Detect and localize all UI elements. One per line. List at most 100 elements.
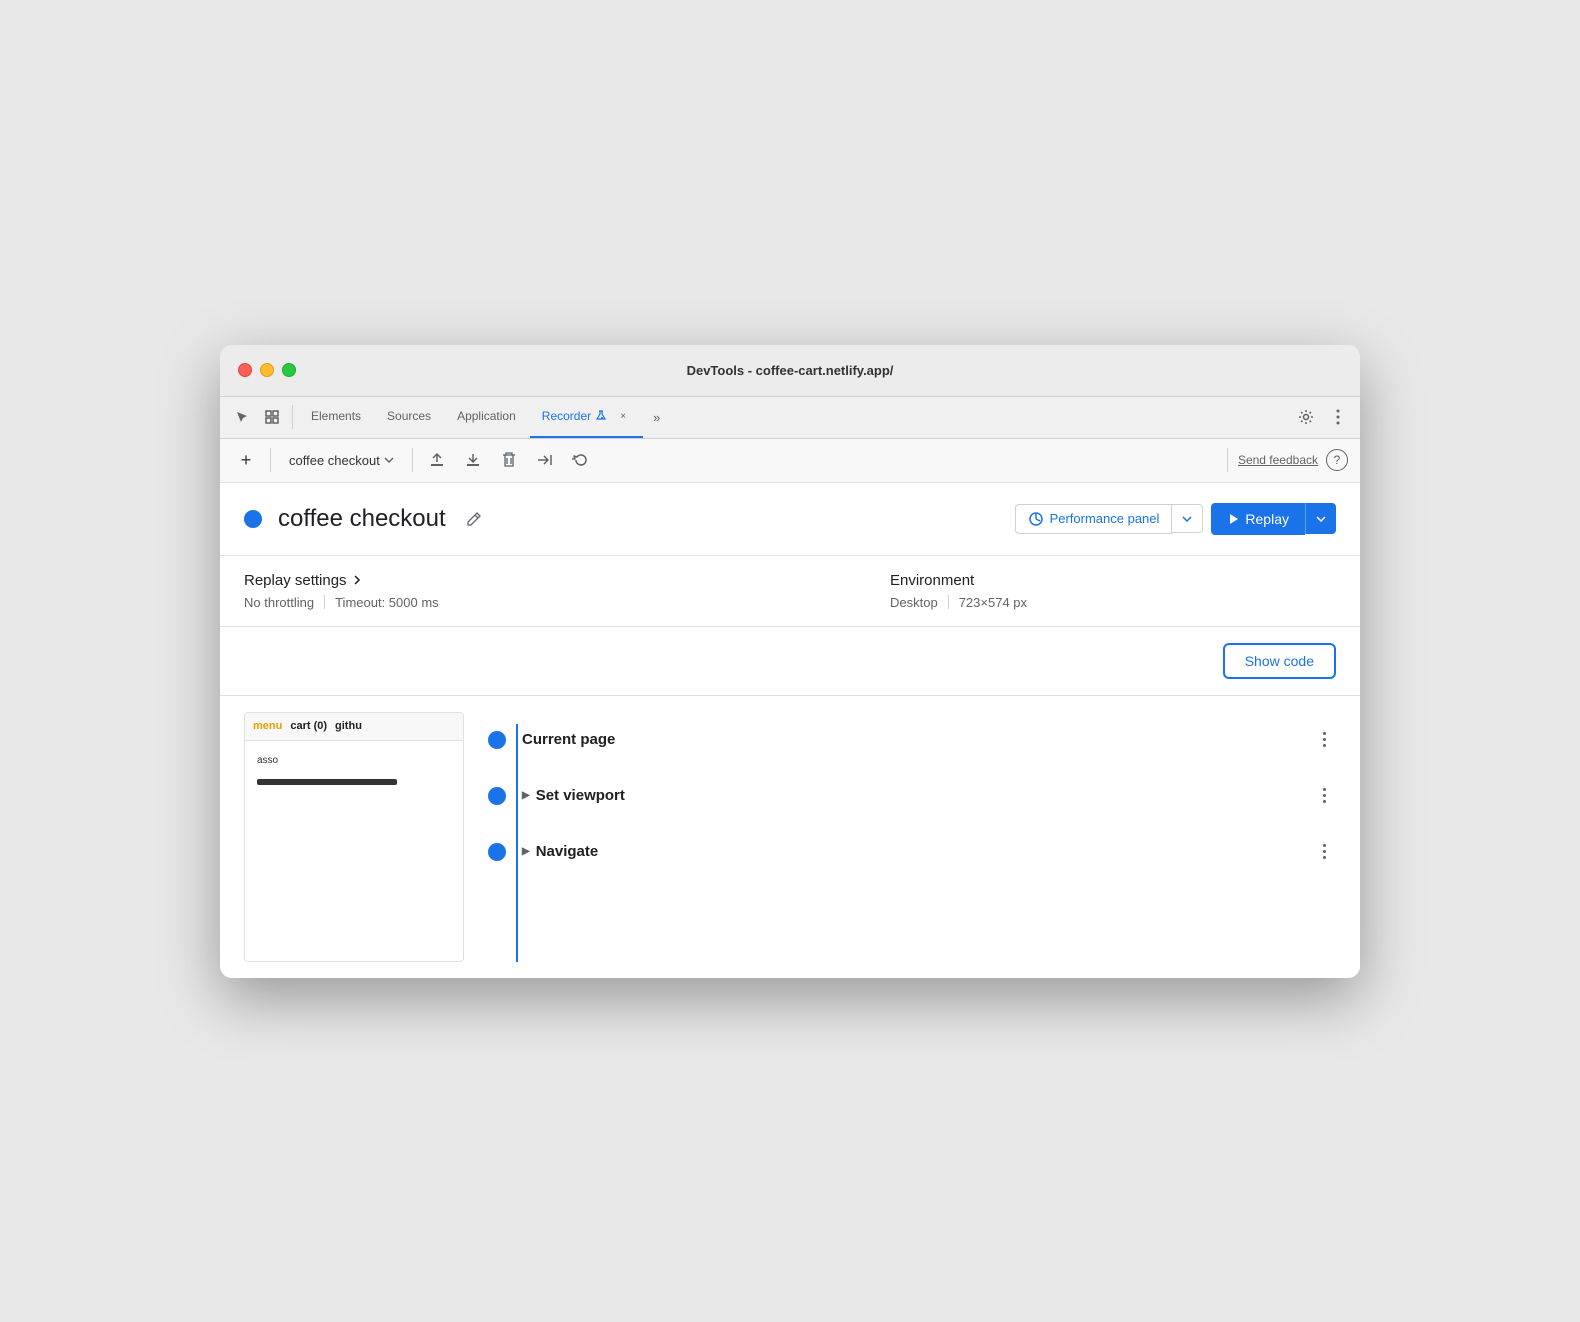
replay-circular-btn[interactable] — [567, 446, 595, 474]
import-down-icon — [465, 452, 481, 468]
preview-content: asso — [245, 741, 463, 849]
replay-btn[interactable]: Replay — [1211, 503, 1305, 535]
main-content: coffee checkout Performance panel — [220, 483, 1360, 978]
nav-more-btn[interactable]: » — [645, 410, 668, 425]
replay-btn-group: Replay — [1211, 503, 1336, 535]
recorder-close-btn[interactable]: × — [615, 408, 631, 424]
tab-application[interactable]: Application — [445, 396, 528, 438]
perf-chevron-down-icon — [1182, 516, 1192, 522]
more-options-icon-btn[interactable] — [1324, 403, 1352, 431]
preview-label-asso: asso — [257, 755, 278, 766]
preview-nav-cart: cart (0) — [290, 720, 327, 732]
step-play-btn[interactable] — [531, 446, 559, 474]
trash-icon — [502, 452, 516, 468]
recorder-flask-icon — [595, 410, 607, 422]
step-play-icon — [536, 453, 554, 467]
gear-icon — [1298, 409, 1314, 425]
show-code-btn[interactable]: Show code — [1223, 643, 1336, 679]
export-up-btn[interactable] — [423, 446, 451, 474]
replay-circle-icon — [572, 452, 590, 468]
step-content-1: Current page — [522, 731, 1296, 748]
timeline: Current page ▶ Set viewp — [464, 712, 1360, 962]
perf-panel-group: Performance panel — [1015, 504, 1204, 534]
perf-panel-icon — [1028, 511, 1044, 527]
preview-row-1: asso — [253, 749, 455, 773]
preview-panel: menu cart (0) githu asso — [244, 712, 464, 962]
step-set-viewport: ▶ Set viewport — [488, 768, 1336, 824]
step-dot-1 — [488, 731, 506, 749]
step-chevron-2[interactable]: ▶ — [522, 790, 530, 801]
step-more-btn-2[interactable] — [1312, 784, 1336, 808]
env-detail-divider — [948, 595, 949, 609]
toolbar-divider-2 — [412, 448, 413, 472]
close-button[interactable] — [238, 363, 252, 377]
toolbar: + coffee checkout — [220, 439, 1360, 483]
settings-detail-divider — [324, 595, 325, 609]
inspect-icon-btn[interactable] — [258, 403, 286, 431]
settings-section: Replay settings No throttling Timeout: 5… — [220, 556, 1360, 627]
step-dot-3 — [488, 843, 506, 861]
show-code-section: Show code — [220, 627, 1360, 696]
import-down-btn[interactable] — [459, 446, 487, 474]
cursor-icon — [235, 410, 249, 424]
desktop-label: Desktop — [890, 595, 938, 610]
settings-icon-btn[interactable] — [1292, 403, 1320, 431]
toolbar-divider-3 — [1227, 448, 1228, 472]
header-right: Performance panel Replay — [1015, 503, 1336, 535]
step-content-3: ▶ Navigate — [522, 843, 1296, 860]
step-content-2: ▶ Set viewport — [522, 787, 1296, 804]
preview-nav: menu cart (0) githu — [245, 713, 463, 741]
window-title: DevTools - coffee-cart.netlify.app/ — [687, 363, 894, 378]
preview-nav-menu: menu — [253, 720, 282, 732]
chevron-down-icon — [384, 457, 394, 463]
edit-title-btn[interactable] — [462, 507, 486, 531]
send-feedback-link[interactable]: Send feedback — [1238, 453, 1318, 467]
replay-dropdown-btn[interactable] — [1305, 503, 1336, 534]
traffic-lights — [238, 363, 296, 377]
inspect-icon — [265, 410, 279, 424]
help-btn[interactable]: ? — [1326, 449, 1348, 471]
add-recording-btn[interactable]: + — [232, 446, 260, 474]
perf-panel-dropdown-btn[interactable] — [1172, 504, 1203, 533]
nav-divider-1 — [292, 405, 293, 429]
recording-selector[interactable]: coffee checkout — [281, 449, 402, 472]
step-more-btn-1[interactable] — [1312, 728, 1336, 752]
preview-bar-1 — [257, 779, 397, 785]
toolbar-divider-1 — [270, 448, 271, 472]
step-navigate: ▶ Navigate — [488, 824, 1336, 880]
replay-chevron-down-icon — [1316, 516, 1326, 522]
recording-title: coffee checkout — [278, 505, 446, 533]
recording-header: coffee checkout Performance panel — [220, 483, 1360, 556]
settings-details: No throttling Timeout: 5000 ms — [244, 595, 690, 610]
step-title-1: Current page — [522, 731, 1296, 748]
step-chevron-3[interactable]: ▶ — [522, 846, 530, 857]
maximize-button[interactable] — [282, 363, 296, 377]
preview-nav-github: githu — [335, 720, 362, 732]
cursor-icon-btn[interactable] — [228, 403, 256, 431]
step-title-2[interactable]: ▶ Set viewport — [522, 787, 1296, 804]
nav-right — [1292, 403, 1352, 431]
perf-panel-btn[interactable]: Performance panel — [1015, 504, 1173, 534]
step-dot-2 — [488, 787, 506, 805]
settings-left: Replay settings No throttling Timeout: 5… — [244, 572, 690, 610]
devtools-window: DevTools - coffee-cart.netlify.app/ Elem… — [220, 345, 1360, 978]
delete-btn[interactable] — [495, 446, 523, 474]
tab-recorder[interactable]: Recorder × — [530, 396, 643, 438]
step-current-page: Current page — [488, 712, 1336, 768]
tab-elements[interactable]: Elements — [299, 396, 373, 438]
toolbar-right: Send feedback ? — [1225, 448, 1348, 472]
env-details: Desktop 723×574 px — [890, 595, 1336, 610]
recorder-tab-content: Recorder × — [542, 408, 631, 424]
steps-section: menu cart (0) githu asso — [220, 696, 1360, 978]
export-up-icon — [429, 452, 445, 468]
settings-chevron-right-icon — [353, 575, 361, 585]
minimize-button[interactable] — [260, 363, 274, 377]
timeout-label: Timeout: 5000 ms — [335, 595, 439, 610]
replay-settings-title[interactable]: Replay settings — [244, 572, 690, 589]
step-more-btn-3[interactable] — [1312, 840, 1336, 864]
throttle-label: No throttling — [244, 595, 314, 610]
tab-sources[interactable]: Sources — [375, 396, 443, 438]
step-title-3[interactable]: ▶ Navigate — [522, 843, 1296, 860]
recording-dot — [244, 510, 262, 528]
edit-icon — [466, 511, 482, 527]
